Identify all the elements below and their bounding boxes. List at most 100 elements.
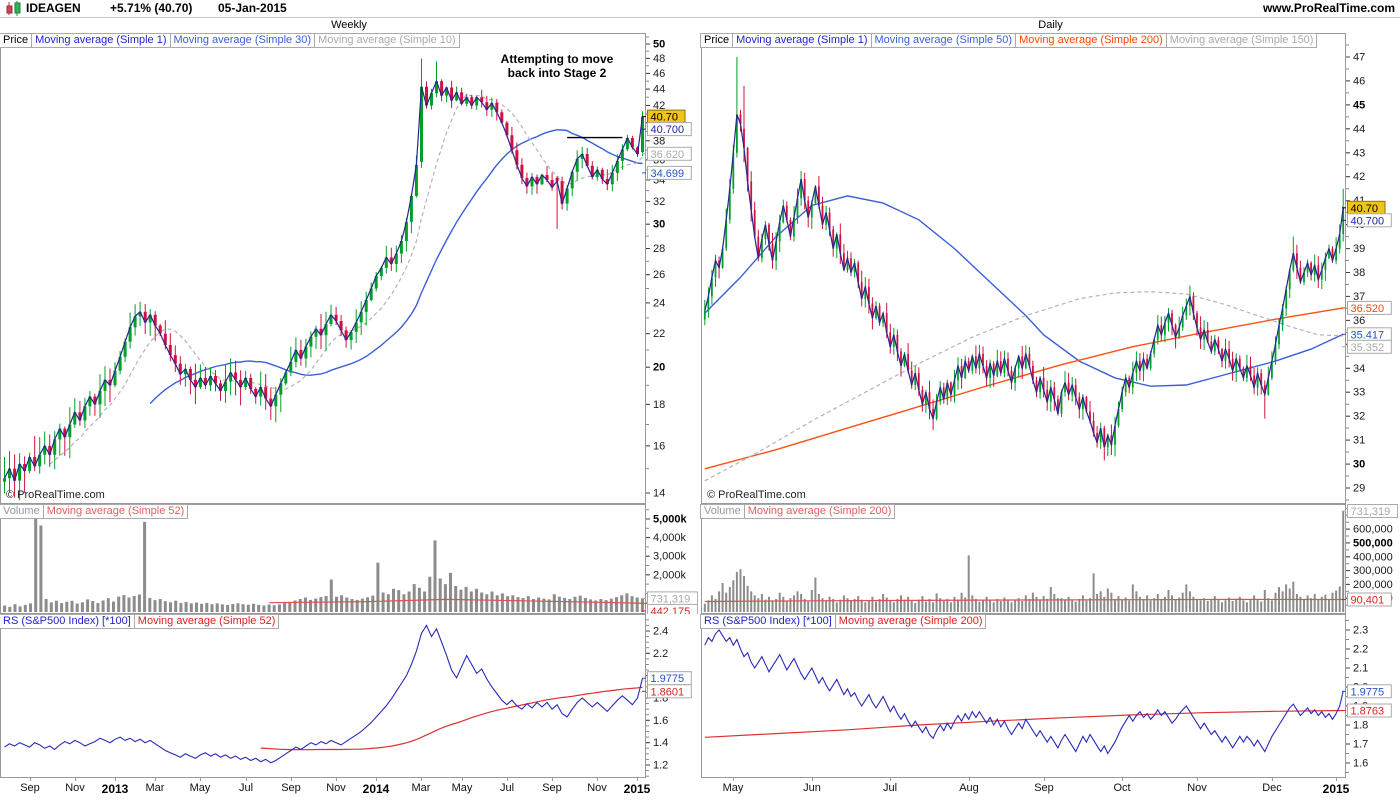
svg-text:36.620: 36.620	[651, 149, 685, 161]
time-axis-tick	[812, 778, 813, 781]
time-axis-tick	[200, 778, 201, 781]
timeframe-title-weekly: Weekly	[331, 19, 367, 31]
time-axis-label: Nov	[65, 782, 85, 794]
svg-text:35.417: 35.417	[1351, 329, 1385, 341]
time-axis-label: Jul	[499, 782, 515, 794]
axis-tick-label: 42	[1353, 171, 1365, 183]
time-axis-tick	[30, 778, 31, 781]
legend-item[interactable]: Moving average (Simple 50)	[870, 33, 1017, 48]
time-axis-label: Mar	[411, 782, 431, 794]
axis-tick-label: 1.6	[1353, 758, 1368, 770]
axis-tick-label: 33	[1353, 387, 1365, 399]
price-badge-blue: 1.9775	[642, 671, 692, 685]
legend-item[interactable]: RS (S&P500 Index) [*100]	[0, 614, 135, 629]
svg-text:40.700: 40.700	[1351, 215, 1385, 227]
axis-tick-label: 400,000	[1353, 551, 1393, 563]
legend-item[interactable]: Moving average (Simple 30)	[169, 33, 316, 48]
time-axis-label: 2013	[101, 782, 129, 796]
legend-item[interactable]: Moving average (Simple 52)	[42, 504, 189, 519]
site-link[interactable]: www.ProRealTime.com	[1263, 1, 1395, 15]
weekly-rs-panel[interactable]: 2.42.22.01.81.61.41.21.97751.8601RS (S&P…	[0, 614, 698, 778]
time-axis-label: Jun	[803, 782, 821, 794]
legend-item[interactable]: Price	[0, 33, 33, 48]
time-axis-tick	[291, 778, 292, 781]
time-axis-tick	[1272, 778, 1273, 781]
svg-text:1.9775: 1.9775	[1351, 686, 1385, 698]
axis-tick-label: 32	[1353, 411, 1365, 423]
time-axis-label: Sep	[20, 782, 40, 794]
axis-tick-label: 18	[653, 399, 665, 411]
time-axis-tick	[1122, 778, 1123, 781]
axis-tick-label: 43	[1353, 147, 1365, 159]
daily-volume-panel[interactable]: 600,000500,000400,000300,000200,000100,0…	[700, 504, 1400, 614]
axis-tick-label: 28	[653, 243, 665, 255]
quote-date: 05-Jan-2015	[218, 1, 287, 15]
legend-item[interactable]: Volume	[700, 504, 745, 519]
weekly-price-panel[interactable]: Attempting to move back into Stage 2 © Pro…	[0, 33, 698, 504]
svg-text:442,175: 442,175	[651, 606, 691, 614]
price-badge-navy: 40.700	[642, 122, 692, 136]
axis-tick-label: 45	[1353, 99, 1365, 111]
axis-tick-label: 500,000	[1353, 537, 1393, 549]
axis-tick-label: 46	[653, 68, 665, 80]
time-axis-tick	[637, 778, 638, 781]
axis-tick-label: 2.2	[1353, 644, 1368, 656]
svg-text:35.352: 35.352	[1351, 342, 1385, 354]
time-axis-label: Nov	[326, 782, 346, 794]
axis-tick-label: 39	[1353, 243, 1365, 255]
axis-tick-label: 34	[1353, 363, 1365, 375]
svg-text:1.8763: 1.8763	[1351, 706, 1385, 718]
time-axis-label: Sep	[1034, 782, 1054, 794]
svg-text:40.70: 40.70	[1351, 203, 1379, 215]
weekly-time-axis: Sep Nov 2013 Mar May Jul Sep Nov 2014 Mar May Jul Se…	[0, 778, 698, 800]
axis-tick-label: 46	[1353, 75, 1365, 87]
time-axis-label: 2014	[362, 782, 390, 796]
legend-item[interactable]: Moving average (Simple 200)	[1015, 33, 1167, 48]
legend-item[interactable]: Moving average (Simple 200)	[743, 504, 896, 519]
daily-price-panel[interactable]: © ProRealTime.com47464544434241403938373…	[700, 33, 1400, 504]
axis-tick-label: 30	[1353, 459, 1365, 471]
svg-text:731,319: 731,319	[1351, 506, 1391, 518]
svg-text:36.520: 36.520	[1351, 303, 1385, 315]
legend-item[interactable]: Moving average (Simple 1)	[31, 33, 171, 48]
svg-text:1.8601: 1.8601	[651, 686, 685, 698]
instrument-header: IDEAGEN +5.71% (40.70) 05-Jan-2015 www.P…	[0, 0, 1400, 18]
time-axis-label: May	[722, 782, 744, 794]
time-axis-tick	[155, 778, 156, 781]
time-axis-label: Oct	[1113, 782, 1131, 794]
axis-tick-label: 22	[653, 328, 665, 340]
axis-tick-label: 14	[653, 488, 665, 500]
time-axis-label: May	[189, 782, 211, 794]
svg-text:1.9775: 1.9775	[651, 673, 685, 685]
daily-rs-panel[interactable]: 2.32.22.12.01.91.81.71.61.97751.8763RS (…	[700, 614, 1400, 778]
time-axis-label: Sep	[542, 782, 562, 794]
panel-legend: RS (S&P500 Index) [*100] Moving average (…	[0, 614, 280, 629]
axis-tick-label: 26	[653, 269, 665, 281]
price-badge-gray: 36.620	[642, 146, 692, 161]
time-axis-label: Sep	[281, 782, 301, 794]
axis-tick-label: 31	[1353, 435, 1365, 447]
time-axis-label: May	[451, 782, 473, 794]
legend-item[interactable]: RS (S&P500 Index) [*100]	[700, 614, 836, 629]
axis-tick-label: 29	[1353, 483, 1365, 495]
legend-item[interactable]: Volume	[0, 504, 44, 519]
price-badge-orange: 36.520	[1342, 300, 1392, 315]
panel-legend: Volume Moving average (Simple 52)	[0, 504, 189, 519]
panel-legend: RS (S&P500 Index) [*100] Moving average (…	[700, 614, 987, 629]
axis-tick-label: 4,000k	[653, 532, 687, 544]
legend-item[interactable]: Price	[700, 33, 734, 48]
time-axis-tick	[376, 778, 377, 781]
time-axis-tick	[733, 778, 734, 781]
time-axis-tick	[75, 778, 76, 781]
weekly-volume-panel[interactable]: 5,000k 4,000k 3,000k 2,000k 731,319 442,175 Vo…	[0, 504, 698, 614]
legend-item[interactable]: Moving average (Simple 200)	[834, 614, 987, 629]
price-badge-navy: 40.700	[1342, 213, 1392, 228]
legend-item[interactable]: Moving average (Simple 10)	[314, 33, 460, 48]
copyright-label: © ProRealTime.com	[6, 489, 105, 501]
time-axis-tick	[336, 778, 337, 781]
legend-item[interactable]: Moving average (Simple 150)	[1165, 33, 1318, 48]
axis-tick-label: 300,000	[1353, 565, 1393, 577]
legend-item[interactable]: Moving average (Simple 52)	[133, 614, 280, 629]
svg-text:731,319: 731,319	[651, 593, 691, 605]
legend-item[interactable]: Moving average (Simple 1)	[732, 33, 872, 48]
